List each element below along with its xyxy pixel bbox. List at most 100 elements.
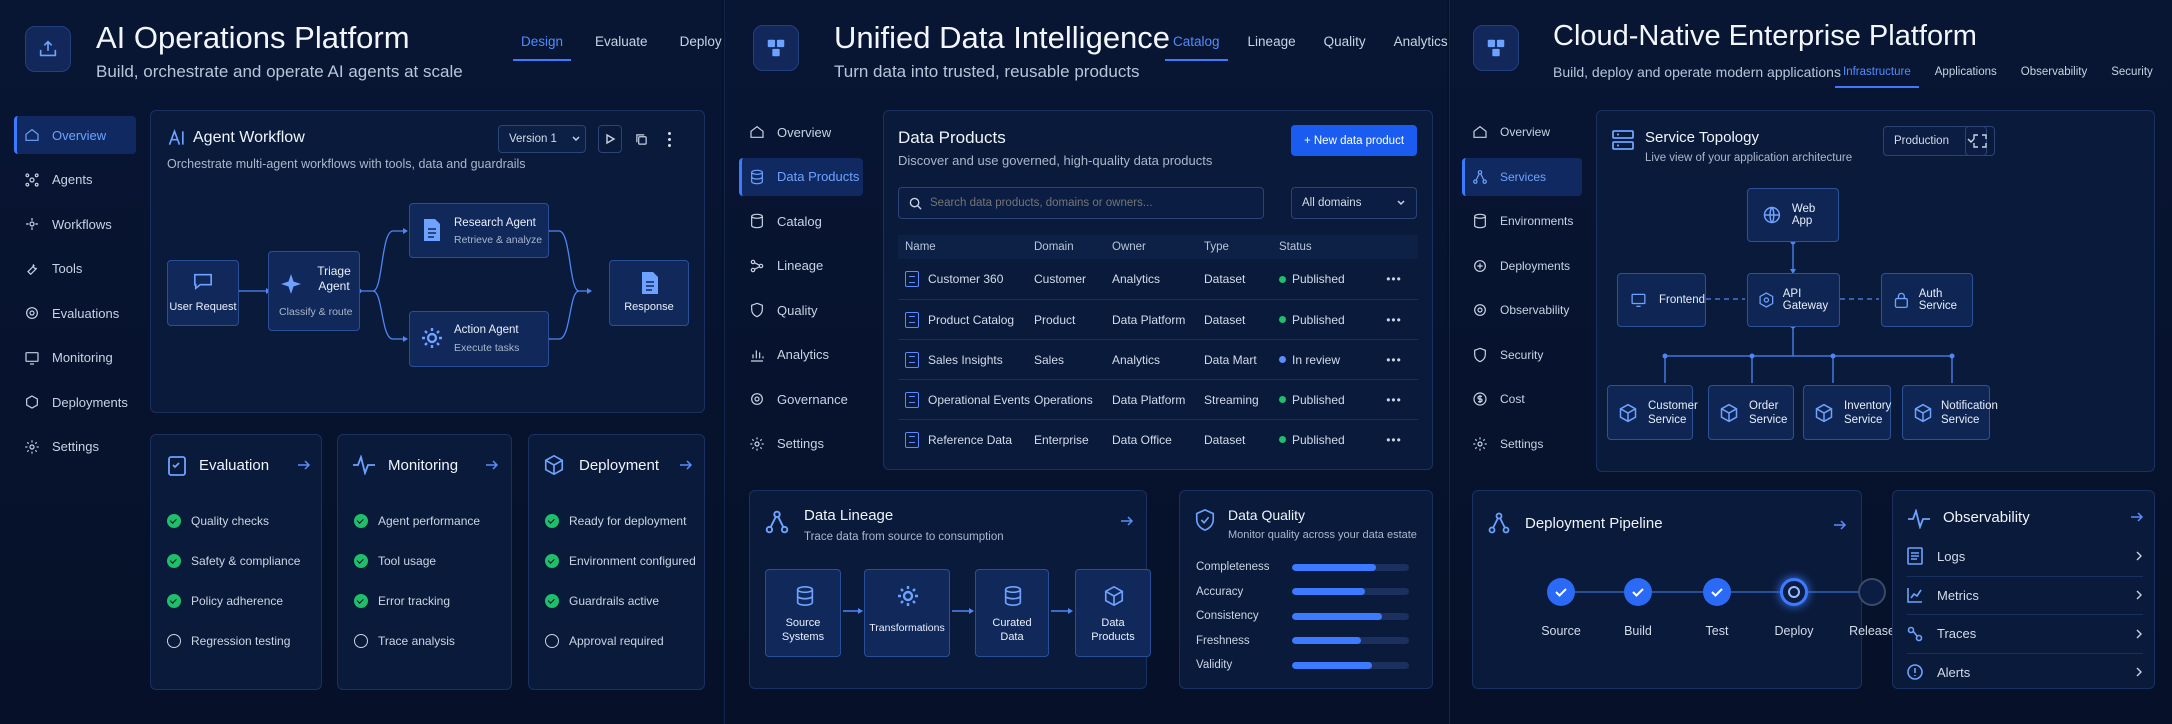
row-menu-button[interactable]: •••: [1379, 272, 1409, 286]
list-item-metrics[interactable]: Metrics: [1907, 575, 2143, 615]
table-row[interactable]: Reference Data Enterprise Data Office Datas…: [898, 419, 1418, 459]
service-inventory[interactable]: Inventory Service: [1803, 385, 1891, 440]
sidebar: Overview Data Products Catalog Lineage Q…: [739, 113, 863, 469]
tab-lineage[interactable]: Lineage: [1248, 34, 1296, 61]
chart-icon: [1907, 588, 1922, 604]
tab-applications[interactable]: Applications: [1935, 66, 1997, 88]
table-row[interactable]: Sales Insights Sales Analytics Data Mart In …: [898, 339, 1418, 379]
sidebar-item-settings[interactable]: Settings: [739, 425, 863, 463]
tab-deploy[interactable]: Deploy: [680, 34, 722, 61]
search-input[interactable]: [930, 197, 1250, 209]
sidebar-item-security[interactable]: Security: [1462, 336, 1582, 374]
sparkle-icon: [281, 274, 301, 294]
tab-infrastructure[interactable]: Infrastructure: [1835, 66, 1919, 88]
domain-filter-select[interactable]: All domains: [1291, 187, 1417, 219]
sidebar-item-services[interactable]: Services: [1462, 157, 1582, 196]
tab-security[interactable]: Security: [2111, 66, 2153, 88]
data-lineage-card[interactable]: Data Lineage Trace data from source to c…: [749, 490, 1151, 689]
node-user-request[interactable]: User Request: [167, 260, 239, 326]
node-action-agent[interactable]: Action Agent Execute tasks: [409, 311, 549, 367]
platform-logo: [753, 25, 799, 71]
sidebar-item-catalog[interactable]: Catalog: [739, 202, 863, 240]
list-item-traces[interactable]: Traces: [1907, 614, 2143, 653]
pipeline-step-release[interactable]: [1858, 578, 1886, 606]
sidebar-item-overview[interactable]: Overview: [739, 113, 863, 151]
quality-metric: Accuracy: [1196, 580, 1422, 605]
sidebar-item-analytics[interactable]: Analytics: [739, 336, 863, 374]
sidebar-item-settings[interactable]: Settings: [1462, 425, 1582, 463]
sidebar-item-agents[interactable]: Agents: [14, 161, 136, 199]
sidebar-item-settings[interactable]: Settings: [14, 428, 136, 466]
sidebar-item-tools[interactable]: Tools: [14, 250, 136, 288]
service-web-app[interactable]: Web App: [1747, 188, 1839, 242]
tab-observability[interactable]: Observability: [2021, 66, 2087, 88]
monitoring-list: Agent performance Tool usage Error track…: [354, 501, 480, 661]
tab-catalog[interactable]: Catalog: [1165, 34, 1228, 61]
gear-icon: [422, 328, 442, 348]
pipeline-step-source[interactable]: [1547, 578, 1575, 606]
tab-analytics[interactable]: Analytics: [1394, 34, 1448, 61]
pipeline-step-test[interactable]: [1703, 578, 1731, 606]
product-name: Operational Events: [928, 392, 1031, 407]
sidebar-item-monitoring[interactable]: Monitoring: [14, 339, 136, 377]
table-row[interactable]: Product Catalog Product Data Platform Datas…: [898, 299, 1418, 339]
cube-icon: [544, 454, 564, 476]
service-order[interactable]: Order Service: [1708, 385, 1794, 440]
list-item: Safety & compliance: [167, 541, 300, 581]
pulse-icon: [1908, 509, 1930, 529]
product-type: Dataset: [1204, 432, 1246, 447]
sidebar-item-evaluations[interactable]: Evaluations: [14, 294, 136, 332]
row-menu-button[interactable]: •••: [1379, 353, 1409, 367]
service-auth[interactable]: Auth Service: [1881, 273, 1973, 327]
evaluation-card[interactable]: Evaluation Quality checks Safety & compl…: [150, 434, 322, 690]
sidebar-item-data-products[interactable]: Data Products: [739, 157, 863, 196]
dollar-icon: [1473, 392, 1487, 406]
eye-icon: [1474, 304, 1486, 316]
row-menu-button[interactable]: •••: [1379, 313, 1409, 327]
sidebar-item-governance[interactable]: Governance: [739, 380, 863, 418]
tab-evaluate[interactable]: Evaluate: [595, 34, 648, 61]
search-box[interactable]: [898, 187, 1264, 219]
row-menu-button[interactable]: •••: [1379, 433, 1409, 447]
quality-metric: Freshness: [1196, 629, 1422, 654]
sidebar-item-lineage[interactable]: Lineage: [739, 247, 863, 285]
node-research-agent[interactable]: Research Agent Retrieve & analyze: [409, 203, 549, 258]
home-icon: [1473, 125, 1487, 138]
service-frontend[interactable]: Frontend: [1617, 273, 1706, 327]
pipeline-step-deploy[interactable]: [1780, 578, 1808, 606]
table-row[interactable]: Customer 360 Customer Analytics Dataset Publ…: [898, 259, 1418, 299]
monitor-icon: [1631, 293, 1646, 307]
list-item-logs[interactable]: Logs: [1907, 537, 2143, 576]
bar-chart-icon: [751, 349, 764, 362]
service-api-gateway[interactable]: API Gateway: [1747, 273, 1840, 327]
table-row[interactable]: Operational Events Operations Data Platfor…: [898, 379, 1418, 419]
service-customer[interactable]: Customer Service: [1607, 385, 1698, 440]
row-menu-button[interactable]: •••: [1379, 393, 1409, 407]
product-owner: Data Platform: [1112, 392, 1186, 407]
sidebar-item-environments[interactable]: Environments: [1462, 202, 1582, 240]
cloud-platform-panel: Cloud-Native Enterprise Platform Build, …: [1449, 0, 2172, 724]
pipeline-step-build[interactable]: [1624, 578, 1652, 606]
node-triage-agent[interactable]: Triage Agent Classify & route: [268, 251, 360, 331]
monitoring-card[interactable]: Monitoring Agent performance Tool usage …: [337, 434, 512, 690]
new-data-product-button[interactable]: + New data product: [1291, 125, 1417, 156]
list-item-alerts[interactable]: Alerts: [1907, 652, 2143, 692]
sidebar-item-cost[interactable]: Cost: [1462, 380, 1582, 418]
sidebar-item-observability[interactable]: Observability: [1462, 291, 1582, 329]
deployment-card[interactable]: Deployment Ready for deployment Environm…: [528, 434, 705, 690]
globe-icon: [1763, 206, 1781, 224]
service-notification[interactable]: Notification Service: [1902, 385, 1998, 440]
governance-icon: [751, 393, 763, 405]
quality-metric: Validity: [1196, 653, 1422, 678]
sidebar-item-overview[interactable]: Overview: [1462, 113, 1582, 151]
sidebar-item-overview[interactable]: Overview: [14, 116, 136, 154]
sidebar-item-workflows[interactable]: Workflows: [14, 205, 136, 243]
tab-design[interactable]: Design: [512, 34, 572, 61]
list-item: Policy adherence: [167, 581, 300, 621]
sidebar-item-deployments[interactable]: Deployments: [14, 383, 136, 421]
tab-quality[interactable]: Quality: [1324, 34, 1366, 61]
sidebar-item-quality[interactable]: Quality: [739, 291, 863, 329]
data-product-icon: [905, 351, 919, 368]
node-response[interactable]: Response: [609, 260, 689, 326]
sidebar-item-deployments[interactable]: Deployments: [1462, 247, 1582, 285]
